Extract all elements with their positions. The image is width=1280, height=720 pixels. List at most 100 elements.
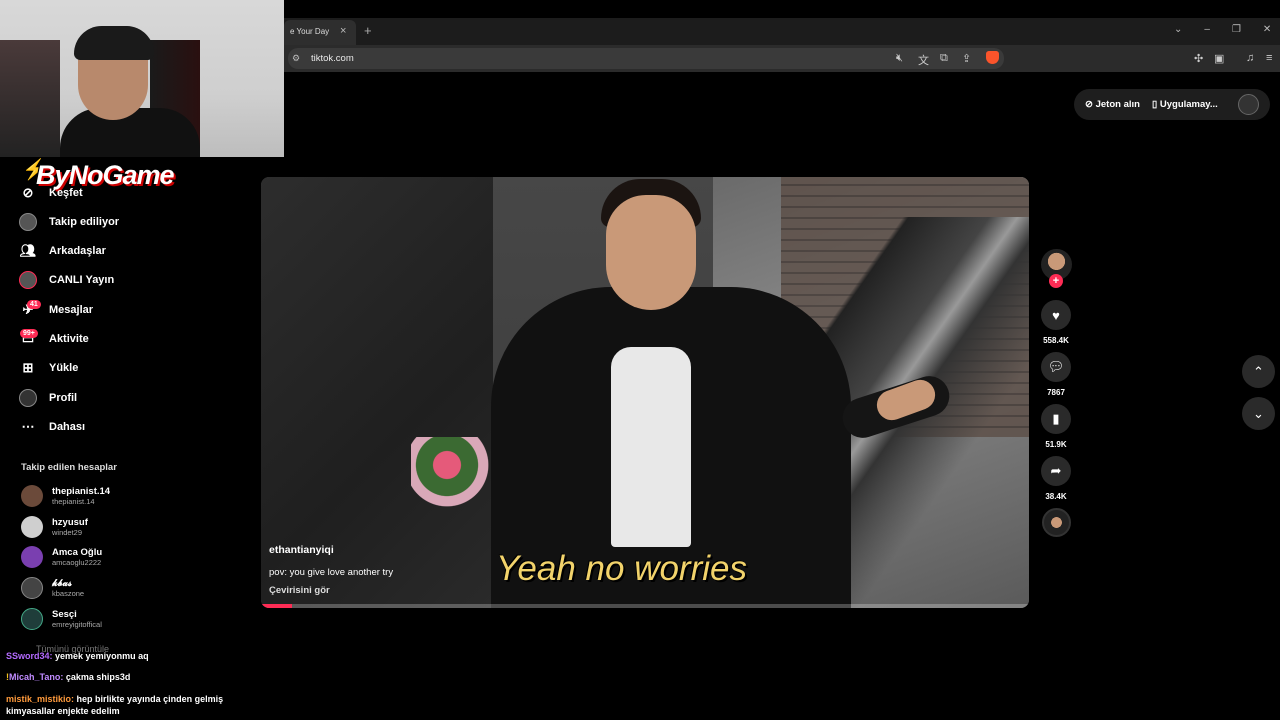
upload-icon: ⊞ <box>22 360 34 375</box>
friends-icon: 👥︎ <box>19 243 37 258</box>
messages-badge: 41 <box>27 300 41 309</box>
new-tab-button[interactable]: + <box>364 23 372 38</box>
minimize-button[interactable]: – <box>1204 24 1210 35</box>
chat-message: !Micah_Tano: çakma ships3d <box>6 671 130 683</box>
webcam-overlay <box>0 0 284 157</box>
chat-message: mistik_mistikio: hep birlikte yayında çi… <box>6 693 246 717</box>
video-flower-bouquet <box>411 437 501 507</box>
chat-text: çakma ships3d <box>65 672 131 682</box>
user-avatar[interactable] <box>1238 94 1259 115</box>
chat-user: mistik_mistikio: <box>6 694 75 704</box>
video-description: pov: you give love another try <box>269 567 394 578</box>
account-name: Sesçi <box>52 609 77 620</box>
chat-user: Micah_Tano: <box>9 672 64 682</box>
sidebar-item-label: Mesajlar <box>49 304 94 316</box>
video-player[interactable]: Yeah no worries ethantianyiqi pov: you g… <box>261 177 1029 608</box>
wallet-icon[interactable]: ▣ <box>1214 52 1224 65</box>
tab-title: e Your Day <box>290 27 330 36</box>
video-person-face <box>606 195 696 310</box>
previous-video-button[interactable]: ⌃ <box>1242 355 1275 388</box>
open-external-icon[interactable]: ⧉ <box>940 52 948 65</box>
account-handle: thepianist.14 <box>52 497 95 506</box>
tab-close-icon[interactable]: × <box>340 25 346 37</box>
phone-icon: ▯ <box>1152 99 1160 110</box>
close-window-button[interactable]: ✕ <box>1263 24 1271 35</box>
get-app-label: Uygulamay... <box>1159 99 1218 110</box>
account-handle: kbaszone <box>52 589 85 598</box>
webcam-person-hair <box>74 26 154 60</box>
tab-search-icon[interactable]: ⌄ <box>1174 24 1182 35</box>
window-controls: ⌄ – ❐ ✕ <box>1174 24 1271 35</box>
avatar <box>21 516 43 538</box>
see-translation-link[interactable]: Çevirisini gör <box>269 585 330 596</box>
sidebar-item-more[interactable]: ⋯ Dahası <box>18 416 86 438</box>
video-caption-overlay: Yeah no worries <box>496 549 747 588</box>
chat-text: yemek yemiyonmu aq <box>55 651 149 661</box>
sidebar-item-label: Arkadaşlar <box>49 245 106 257</box>
maximize-button[interactable]: ❐ <box>1232 24 1241 35</box>
sidebar-item-label: Profil <box>49 392 78 404</box>
sidebar-item-friends[interactable]: 👥︎ Arkadaşlar <box>18 240 106 262</box>
sidebar-item-following[interactable]: Takip ediliyor <box>18 211 119 233</box>
save-count: 51.9K <box>1045 440 1067 449</box>
follow-button[interactable]: + <box>1049 274 1063 288</box>
more-icon: ⋯ <box>21 419 35 434</box>
share-count: 38.4K <box>1045 492 1067 501</box>
avatar <box>21 577 43 599</box>
share-icon[interactable]: ⇪ <box>962 52 971 65</box>
followed-account-item[interactable]: Amca Oğlu amcaoglu2222 <box>21 543 102 571</box>
video-progress-track[interactable] <box>261 604 1029 608</box>
comment-button[interactable]: 💬︎ <box>1041 352 1071 382</box>
followed-account-item[interactable]: 𝓴𝓫𝓪𝓼 kbaszone <box>21 574 84 602</box>
mute-icon[interactable]: 🔇︎ <box>896 52 903 65</box>
followed-account-item[interactable]: hzyusuf windet29 <box>21 513 88 541</box>
sidebar-item-label: Dahası <box>49 421 86 433</box>
site-info-icon[interactable]: ⚙ <box>292 53 300 64</box>
profile-icon <box>18 388 38 408</box>
like-count: 558.4K <box>1043 336 1069 345</box>
chevron-down-icon: ⌄ <box>1253 405 1264 421</box>
following-avatar-icon <box>18 212 38 232</box>
chevron-up-icon: ⌃ <box>1253 363 1264 379</box>
sidebar-item-label: Yükle <box>49 362 79 374</box>
compass-icon: ⊘ <box>22 185 34 200</box>
followed-account-item[interactable]: Sesçi emreyigitoffical <box>21 605 102 633</box>
brave-shields-icon[interactable] <box>986 51 999 64</box>
comment-count: 7867 <box>1047 388 1065 397</box>
video-person-shirt <box>611 347 691 547</box>
tab-bar <box>284 18 1280 45</box>
like-button[interactable]: ♥ <box>1041 300 1071 330</box>
heart-icon: ♥ <box>1052 307 1060 323</box>
get-app-button[interactable]: ▯ Uygulamay... <box>1152 99 1218 110</box>
music-disc[interactable] <box>1042 508 1071 537</box>
activity-badge: 99+ <box>20 329 38 338</box>
get-coins-button[interactable]: ⊘ Jeton alın <box>1085 99 1140 110</box>
sidebar-item-upload[interactable]: ⊞ Yükle <box>18 357 79 379</box>
chat-user: SSword34: <box>6 651 53 661</box>
video-progress-fill <box>261 604 292 608</box>
followed-account-item[interactable]: thepianist.14 thepianist.14 <box>21 482 110 510</box>
account-name: Amca Oğlu <box>52 547 103 558</box>
sidebar-item-label: CANLI Yayın <box>49 274 115 286</box>
media-icon[interactable]: ♫ <box>1246 52 1254 64</box>
share-button[interactable]: ➦ <box>1041 456 1071 486</box>
sidebar-item-live[interactable]: CANLI Yayın <box>18 269 114 291</box>
get-coins-label: Jeton alın <box>1095 99 1140 110</box>
sidebar-item-profile[interactable]: Profil <box>18 387 77 409</box>
sidebar-item-label: Takip ediliyor <box>49 216 120 228</box>
url-text[interactable]: tiktok.com <box>311 53 354 64</box>
video-author[interactable]: ethantianyiqi <box>269 544 334 556</box>
account-name: hzyusuf <box>52 517 88 528</box>
sidebar-item-explore[interactable]: ⊘ Keşfet <box>18 182 83 204</box>
avatar <box>21 608 43 630</box>
sidebar-item-label: Keşfet <box>49 187 83 199</box>
account-name: thepianist.14 <box>52 486 111 497</box>
menu-icon[interactable]: ≡ <box>1266 52 1272 64</box>
save-button[interactable]: ▮ <box>1041 404 1071 434</box>
extensions-icon[interactable]: ✣ <box>1194 52 1203 65</box>
account-name: 𝓴𝓫𝓪𝓼 <box>52 578 72 589</box>
next-video-button[interactable]: ⌄ <box>1242 397 1275 430</box>
bookmark-icon: ▮ <box>1052 411 1060 426</box>
account-handle: windet29 <box>52 528 83 537</box>
translate-icon[interactable]: 文 <box>918 52 929 68</box>
